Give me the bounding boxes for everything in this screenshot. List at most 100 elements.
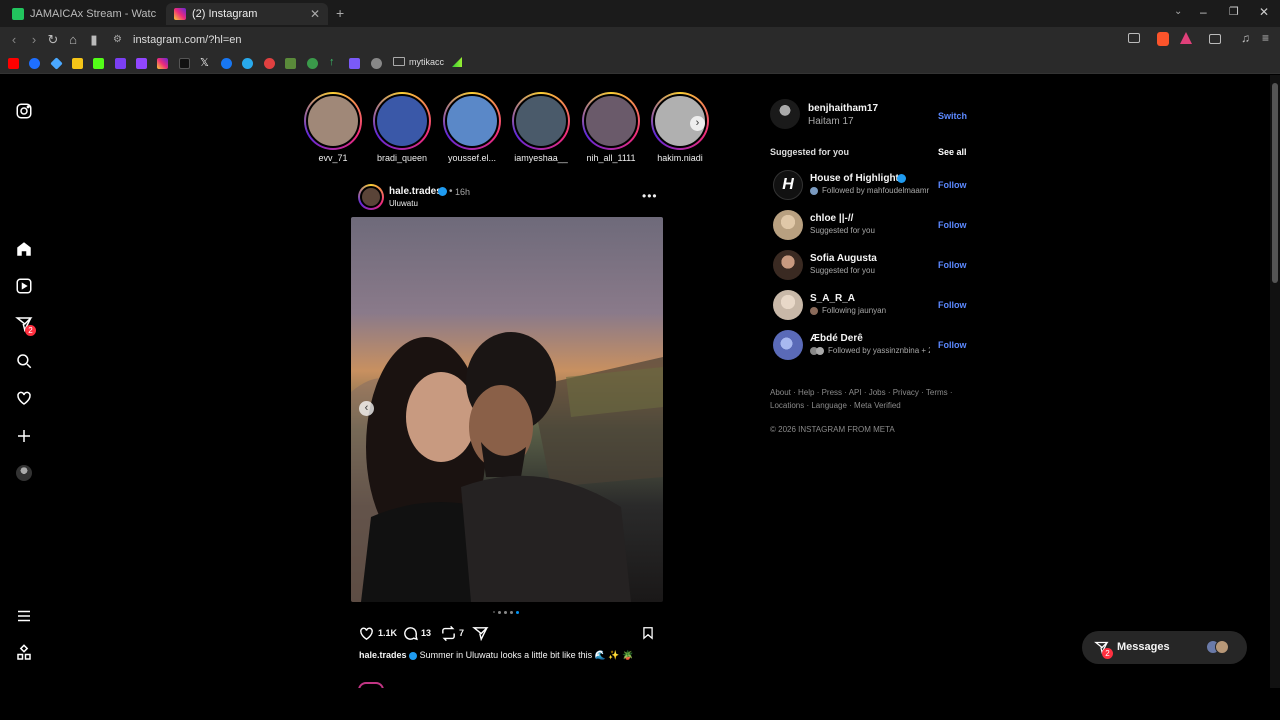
tab-instagram[interactable]: (2) Instagram ✕: [166, 3, 328, 25]
follow-button[interactable]: Follow: [938, 300, 967, 310]
bookmark-13-icon[interactable]: [264, 58, 275, 69]
share-icon[interactable]: [472, 625, 489, 642]
suggestion-name[interactable]: Sofia Augusta: [810, 253, 877, 264]
account-avatar[interactable]: [770, 99, 800, 129]
bookmark-17-icon[interactable]: [349, 58, 360, 69]
likes-count[interactable]: 1.1K: [378, 628, 397, 638]
new-tab-button[interactable]: +: [336, 5, 344, 21]
suggestion-name[interactable]: chloe ||-//: [810, 213, 853, 224]
bookmark-2-icon[interactable]: [29, 58, 40, 69]
suggestion-row[interactable]: chloe ||-// Suggested for you Follow: [770, 209, 967, 241]
url-input[interactable]: ⚙ instagram.com/?hl=en: [105, 30, 1115, 50]
home-nav-icon[interactable]: [14, 239, 34, 259]
notifications-heart-icon[interactable]: [14, 388, 34, 408]
story-evv-71[interactable]: evv_71: [304, 92, 362, 163]
suggestion-row[interactable]: Sofia Augusta Suggested for you Follow: [770, 249, 967, 281]
post-options-icon[interactable]: •••: [642, 189, 658, 203]
bookmark-6-icon[interactable]: [115, 58, 126, 69]
back-icon[interactable]: ‹: [6, 32, 22, 47]
footer-links-line2[interactable]: Locations · Language · Meta Verified: [770, 399, 901, 412]
footer-links-line1[interactable]: About · Help · Press · API · Jobs · Priv…: [770, 386, 953, 399]
reels-nav-icon[interactable]: [14, 276, 34, 296]
kick-bookmark-icon[interactable]: [93, 58, 104, 69]
site-info-icon[interactable]: ⚙: [113, 30, 122, 50]
story-username: nih_all_1111: [586, 153, 636, 163]
profile-avatar-nav[interactable]: [14, 463, 34, 483]
tiktok-bookmark-icon[interactable]: [179, 58, 190, 69]
post-location[interactable]: Uluwatu: [389, 199, 418, 208]
more-menu-icon[interactable]: [14, 606, 34, 626]
home-icon[interactable]: ⌂: [65, 32, 81, 47]
follow-button[interactable]: Follow: [938, 260, 967, 270]
like-heart-icon[interactable]: [358, 625, 375, 642]
comment-icon[interactable]: [402, 625, 419, 642]
follow-button[interactable]: Follow: [938, 180, 967, 190]
bookmark-14-icon[interactable]: [285, 58, 296, 69]
story-youssef[interactable]: youssef.el...: [443, 92, 501, 163]
reload-icon[interactable]: ↻: [45, 32, 61, 48]
carousel-prev-chevron-icon[interactable]: ‹: [359, 401, 374, 416]
story-nih-all[interactable]: nih_all_1111: [582, 92, 640, 163]
scrollbar-thumb[interactable]: [1272, 83, 1278, 283]
story-bradi-queen[interactable]: bradi_queen: [373, 92, 431, 163]
suggestion-row[interactable]: H House of Highlights Followed by mahfou…: [770, 169, 967, 201]
twitch-bookmark-icon[interactable]: [136, 58, 147, 69]
menu-icon[interactable]: ≡: [1262, 31, 1269, 45]
switch-account-button[interactable]: Switch: [938, 111, 967, 121]
suggestion-row[interactable]: Æbdé Derê Followed by yassinznbina + 2 F…: [770, 329, 967, 361]
story-iamyeshaa[interactable]: iamyeshaa__: [512, 92, 570, 163]
caption-username[interactable]: hale.trades: [359, 650, 407, 660]
suggestion-name[interactable]: House of Highlights: [810, 173, 904, 184]
bookmark-folder-mytikacc[interactable]: mytikacc: [409, 57, 444, 67]
x-bookmark-icon[interactable]: 𝕏: [200, 56, 209, 69]
tab-list-icon[interactable]: ⌄: [1174, 6, 1182, 17]
comments-count[interactable]: 13: [421, 628, 431, 638]
messages-floating-button[interactable]: 2 Messages: [1082, 631, 1247, 664]
repost-icon[interactable]: [440, 625, 457, 642]
post-image[interactable]: ‹: [351, 217, 663, 602]
carousel-dot: [493, 611, 495, 613]
youtube-bookmark-icon[interactable]: [8, 58, 19, 69]
post-author-avatar[interactable]: [358, 184, 384, 210]
save-bookmark-icon[interactable]: [641, 625, 655, 641]
stories-next-chevron-icon[interactable]: ›: [690, 116, 705, 131]
suggestion-name[interactable]: S_A_R_A: [810, 293, 855, 304]
suggestion-name[interactable]: Æbdé Derê: [810, 333, 863, 344]
close-tab-icon[interactable]: ✕: [310, 7, 320, 21]
follow-button[interactable]: Follow: [938, 340, 967, 350]
dot-separator: •: [449, 186, 453, 197]
forward-icon[interactable]: ›: [26, 32, 42, 47]
post-author-username[interactable]: hale.trades: [389, 186, 442, 197]
telegram-bookmark-icon[interactable]: [242, 58, 253, 69]
bookmark-icon[interactable]: ▮: [86, 32, 102, 48]
sidebar-toggle-icon[interactable]: [1209, 34, 1221, 44]
page-scrollbar[interactable]: [1270, 75, 1280, 688]
upload-bookmark-icon[interactable]: ↑: [329, 56, 335, 68]
also-from-meta-icon[interactable]: [14, 643, 34, 663]
imdb-bookmark-icon[interactable]: [72, 58, 83, 69]
minimize-icon[interactable]: –: [1200, 5, 1207, 19]
follow-button[interactable]: Follow: [938, 220, 967, 230]
facebook-bookmark-icon[interactable]: [221, 58, 232, 69]
bookmark-15-icon[interactable]: [307, 58, 318, 69]
instagram-bookmark-icon[interactable]: [157, 58, 168, 69]
cast-icon[interactable]: [1128, 33, 1140, 43]
messages-nav-icon[interactable]: 2: [14, 314, 36, 336]
close-window-icon[interactable]: ✕: [1259, 5, 1269, 19]
tab-jamaicax[interactable]: JAMAICAx Stream - Watch Live o: [4, 3, 164, 25]
restore-icon[interactable]: ❐: [1229, 5, 1239, 18]
brave-rewards-icon[interactable]: [1180, 32, 1192, 44]
instagram-logo-icon[interactable]: [14, 101, 34, 121]
carousel-dot: [498, 611, 501, 614]
signal-bookmark-icon[interactable]: [452, 57, 462, 67]
see-all-link[interactable]: See all: [938, 147, 967, 157]
brave-shields-icon[interactable]: [1157, 32, 1169, 46]
suggestion-row[interactable]: S_A_R_A Following jaunyan Follow: [770, 289, 967, 321]
account-username[interactable]: benjhaitham17: [808, 103, 878, 114]
media-icon[interactable]: ♫: [1241, 31, 1250, 45]
reposts-count[interactable]: 7: [459, 628, 464, 638]
gemini-bookmark-icon[interactable]: [50, 57, 63, 70]
search-nav-icon[interactable]: [14, 351, 34, 371]
create-plus-icon[interactable]: [14, 426, 34, 446]
globe-bookmark-icon[interactable]: [371, 58, 382, 69]
